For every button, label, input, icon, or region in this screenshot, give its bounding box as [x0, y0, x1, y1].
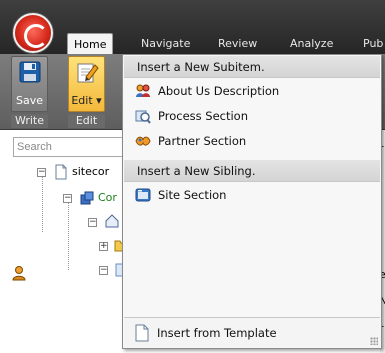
edit-pencil-icon [77, 63, 99, 83]
tab-home[interactable]: Home [67, 33, 114, 54]
collapse-toggle[interactable]: − [88, 218, 97, 227]
document-icon [55, 164, 67, 180]
menu-item-label: About Us Description [158, 84, 280, 98]
tab-analyze[interactable]: Analyze [290, 33, 333, 54]
menu-item-process-section[interactable]: Process Section [125, 105, 379, 127]
tab-publish[interactable]: Pub [363, 33, 383, 54]
edit-button[interactable]: Edit ▾ [68, 56, 105, 112]
tab-review[interactable]: Review [218, 33, 257, 54]
tree-node-label[interactable]: sitecor [72, 165, 109, 178]
collapse-toggle[interactable]: − [99, 266, 108, 275]
insert-dropdown-menu: Insert a New Subitem. About Us Descripti… [122, 54, 382, 349]
edit-button-label: Edit ▾ [71, 94, 102, 107]
save-button-label: Save [15, 94, 43, 107]
content-icon [80, 191, 94, 205]
floppy-disk-icon [19, 61, 41, 83]
search-input[interactable] [13, 137, 125, 157]
menu-footer-label: Insert from Template [157, 326, 277, 340]
tree-connector [42, 172, 43, 232]
tab-navigate[interactable]: Navigate [141, 33, 190, 54]
menu-item-partner-section[interactable]: Partner Section [125, 130, 379, 152]
home-icon [105, 214, 119, 228]
save-button[interactable]: Save [11, 56, 48, 112]
site-section-icon [135, 188, 151, 202]
group-label-edit: Edit [68, 114, 105, 128]
insert-sibling-header: Insert a New Sibling. [124, 160, 380, 182]
tree-connector [68, 195, 69, 270]
template-document-icon [135, 324, 149, 342]
ribbon-tab-bar: Home Navigate Review Analyze Pub [0, 0, 385, 54]
collapse-toggle[interactable]: − [37, 168, 46, 177]
process-icon [135, 110, 151, 124]
partner-icon [135, 136, 151, 146]
menu-item-about-us-description[interactable]: About Us Description [125, 80, 379, 102]
menu-item-insert-from-template[interactable]: Insert from Template [124, 317, 380, 347]
expand-toggle[interactable]: + [99, 242, 108, 251]
menu-item-label: Site Section [158, 188, 227, 202]
menu-item-site-section[interactable]: Site Section [125, 184, 379, 206]
menu-item-label: Partner Section [158, 134, 247, 148]
user-icon [12, 266, 26, 281]
group-label-write: Write [11, 114, 48, 128]
collapse-toggle[interactable]: − [63, 194, 72, 203]
menu-item-label: Process Section [158, 109, 249, 123]
people-icon [136, 84, 150, 97]
insert-subitem-header: Insert a New Subitem. [124, 56, 380, 78]
tree-node-label[interactable]: Cor [98, 191, 117, 204]
application-orb-icon[interactable] [13, 13, 53, 53]
resize-grip-icon[interactable] [370, 337, 378, 345]
